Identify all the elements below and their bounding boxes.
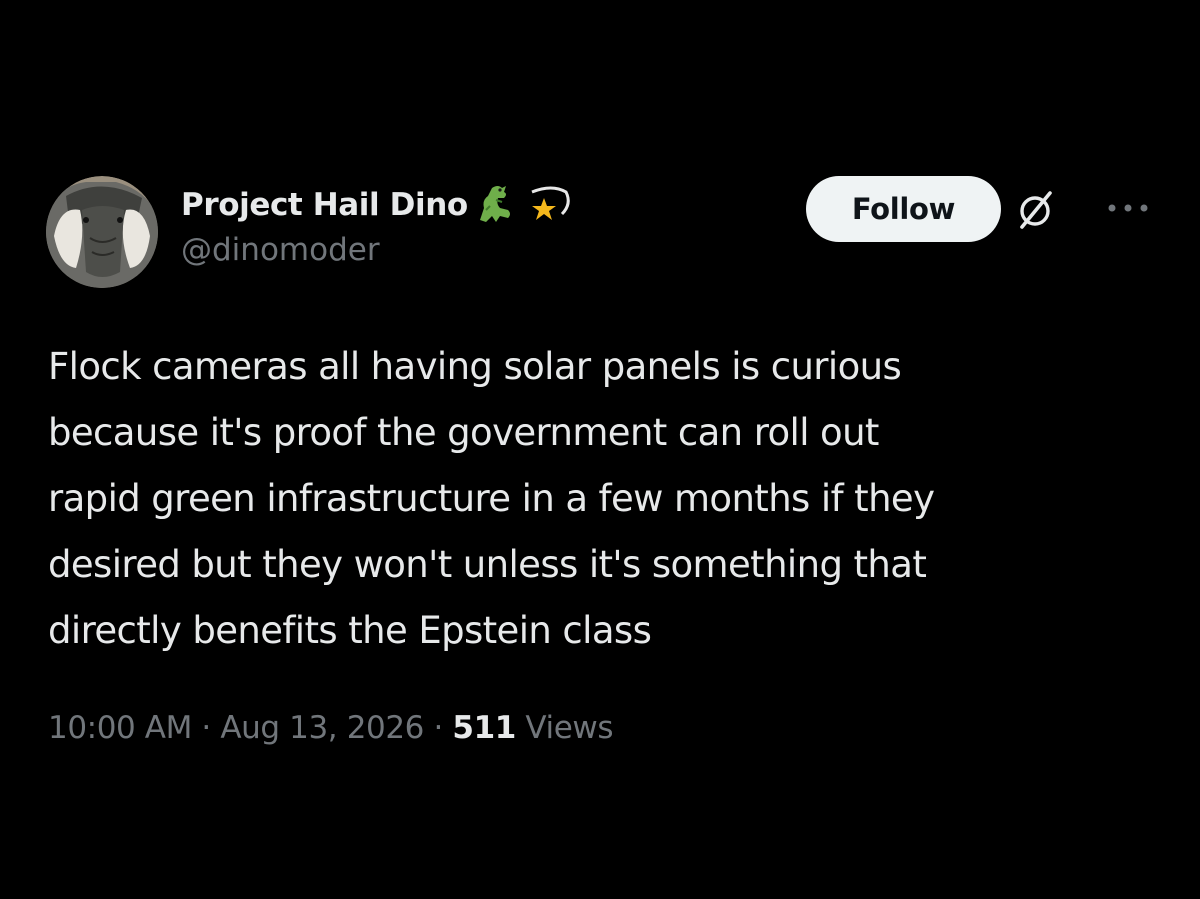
- t-rex-emoji-icon: [472, 180, 518, 230]
- more-icon[interactable]: [1104, 196, 1152, 220]
- tweet-card: Project Hail Dino @dinomoder Follow Floc…: [0, 0, 1200, 899]
- handle[interactable]: @dinomoder: [181, 232, 574, 268]
- tweet-text-line: rapid green infrastructure in a few mont…: [48, 477, 935, 520]
- grok-icon[interactable]: [1014, 189, 1056, 231]
- avatar[interactable]: [46, 176, 158, 288]
- views-count: 511: [452, 710, 516, 746]
- comet-star-emoji-icon: [522, 180, 574, 230]
- tweet-text-line: directly benefits the Epstein class: [48, 609, 652, 652]
- display-name[interactable]: Project Hail Dino: [181, 187, 468, 223]
- meta-separator: ·: [433, 710, 443, 746]
- follow-button[interactable]: Follow: [806, 176, 1001, 242]
- tweet-date[interactable]: Aug 13, 2026: [220, 710, 424, 746]
- tweet-meta: 10:00 AM · Aug 13, 2026 · 511 Views: [48, 710, 614, 746]
- tweet-text-line: because it's proof the government can ro…: [48, 411, 879, 454]
- tweet-text: Flock cameras all having solar panels is…: [48, 334, 1158, 664]
- display-name-row: Project Hail Dino: [181, 180, 574, 230]
- tweet-text-line: desired but they won't unless it's somet…: [48, 543, 927, 586]
- dinosaur-avatar-icon: [46, 176, 158, 288]
- author-names: Project Hail Dino @dinomoder: [181, 180, 574, 268]
- meta-separator: ·: [201, 710, 211, 746]
- tweet-time[interactable]: 10:00 AM: [48, 710, 192, 746]
- views-label: Views: [525, 710, 614, 746]
- tweet-text-line: Flock cameras all having solar panels is…: [48, 345, 902, 388]
